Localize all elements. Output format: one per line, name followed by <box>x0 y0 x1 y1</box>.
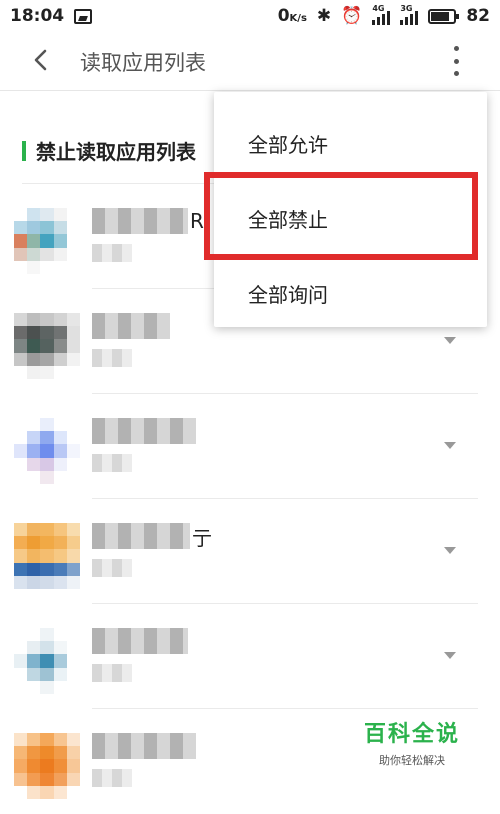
app-name-blur <box>92 733 196 759</box>
battery-fill <box>431 11 450 21</box>
net-speed-unit: K/s <box>289 13 307 24</box>
app-name-blur <box>92 208 188 234</box>
app-icon <box>14 313 80 379</box>
menu-item-allow-all[interactable]: 全部允许 <box>214 105 487 181</box>
app-subtitle-blur <box>92 349 132 367</box>
alarm-clock-icon: ⏰ <box>341 6 363 26</box>
app-name <box>92 418 198 444</box>
status-left: 18:04 <box>10 6 93 26</box>
status-right: 0K/s ✱ ⏰ 4G 3G 82 <box>278 4 490 26</box>
chevron-down-icon[interactable] <box>444 652 456 659</box>
app-icon <box>14 628 80 694</box>
app-name <box>92 733 198 759</box>
battery-level: 82 <box>466 6 490 26</box>
watermark-subtitle: 助你轻松解决 <box>379 754 445 767</box>
bluetooth-icon: ✱ <box>316 6 332 26</box>
app-row[interactable] <box>0 604 500 709</box>
chevron-left-icon[interactable] <box>30 49 52 71</box>
section-title: 禁止读取应用列表 <box>36 140 196 164</box>
app-row[interactable] <box>0 394 500 499</box>
signal-3g-icon: 3G <box>400 4 419 25</box>
app-subtitle-blur <box>92 769 132 787</box>
section-accent-bar <box>22 140 26 161</box>
app-icon <box>14 523 80 589</box>
net-speed-value: 0 <box>277 6 290 26</box>
app-name: R <box>92 208 204 234</box>
app-name-blur <box>92 523 190 549</box>
status-bar: 18:04 0K/s ✱ ⏰ 4G 3G 82 <box>0 0 500 32</box>
watermark-title: 百科全说 <box>363 722 460 747</box>
app-icon <box>14 208 80 274</box>
chevron-down-icon[interactable] <box>444 442 456 449</box>
section-header: 禁止读取应用列表 <box>22 136 196 165</box>
title-bar: 读取应用列表 <box>0 32 500 90</box>
watermark: 百科全说 助你轻松解决 <box>356 716 468 768</box>
net-speed: 0K/s <box>278 6 307 26</box>
app-icon <box>14 418 80 484</box>
battery-icon <box>428 8 460 24</box>
app-name-visible-char: 亍 <box>192 525 212 550</box>
app-name <box>92 628 190 654</box>
app-subtitle-blur <box>92 559 132 577</box>
app-name: 亍 <box>92 523 212 550</box>
app-subtitle-blur <box>92 244 132 262</box>
highlight-box <box>204 172 478 260</box>
chevron-down-icon[interactable] <box>444 547 456 554</box>
more-vertical-icon[interactable] <box>448 46 464 76</box>
app-name-visible-char: R <box>190 209 204 233</box>
image-notification-icon <box>74 8 93 24</box>
app-subtitle-blur <box>92 454 132 472</box>
signal-3g-tag: 3G <box>400 4 413 13</box>
signal-4g-tag: 4G <box>372 4 385 13</box>
chevron-down-icon[interactable] <box>444 337 456 344</box>
app-subtitle-blur <box>92 664 132 682</box>
app-icon <box>14 733 80 799</box>
page-title: 读取应用列表 <box>80 51 206 75</box>
app-name-blur <box>92 313 170 339</box>
menu-item-ask-all[interactable]: 全部询问 <box>214 255 487 331</box>
header-divider <box>0 90 500 91</box>
signal-4g-icon: 4G <box>372 4 391 25</box>
app-name <box>92 313 172 339</box>
status-time: 18:04 <box>10 6 65 26</box>
app-name-blur <box>92 628 188 654</box>
app-name-blur <box>92 418 196 444</box>
app-row[interactable]: 亍 <box>0 499 500 604</box>
